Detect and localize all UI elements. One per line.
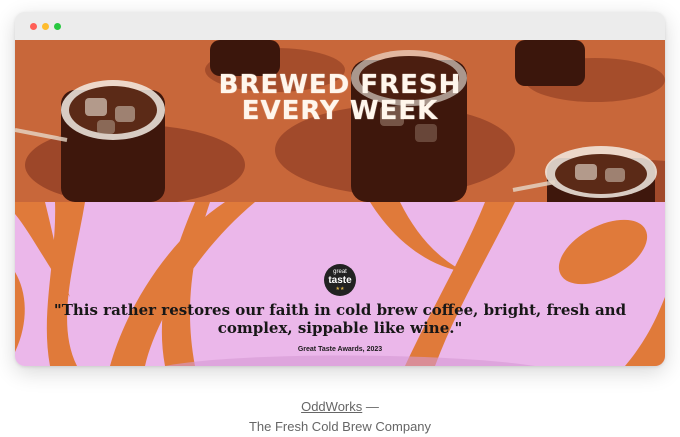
caption-subtitle: The Fresh Cold Brew Company: [248, 419, 432, 434]
screenshot-caption: OddWorks — The Fresh Cold Brew Company: [0, 397, 680, 437]
maximize-window-button[interactable]: [54, 23, 61, 30]
hero-title-line-2: EVERY WEEK: [241, 96, 439, 126]
browser-window: BREWED FRESH EVERY WEEK great taste ★★ "…: [15, 12, 665, 366]
testimonial-source: Great Taste Awards, 2023: [297, 346, 383, 353]
great-taste-award-badge: great taste ★★: [324, 264, 356, 296]
caption-dash: —: [362, 399, 379, 414]
caption-line-1: OddWorks —: [0, 397, 680, 417]
oddworks-link[interactable]: OddWorks: [301, 399, 362, 414]
hero-banner: BREWED FRESH EVERY WEEK: [15, 40, 665, 202]
badge-stars-icon: ★★: [335, 286, 345, 292]
hero-title-line-1: BREWED FRESH: [218, 70, 462, 100]
testimonial-section: great taste ★★ "This rather restores our…: [15, 202, 665, 366]
window-titlebar: [15, 12, 665, 40]
close-window-button[interactable]: [30, 23, 37, 30]
hero-title: BREWED FRESH EVERY WEEK: [15, 72, 665, 124]
badge-main-text: taste: [328, 275, 352, 286]
minimize-window-button[interactable]: [42, 23, 49, 30]
testimonial-quote: "This rather restores our faith in cold …: [53, 301, 627, 337]
